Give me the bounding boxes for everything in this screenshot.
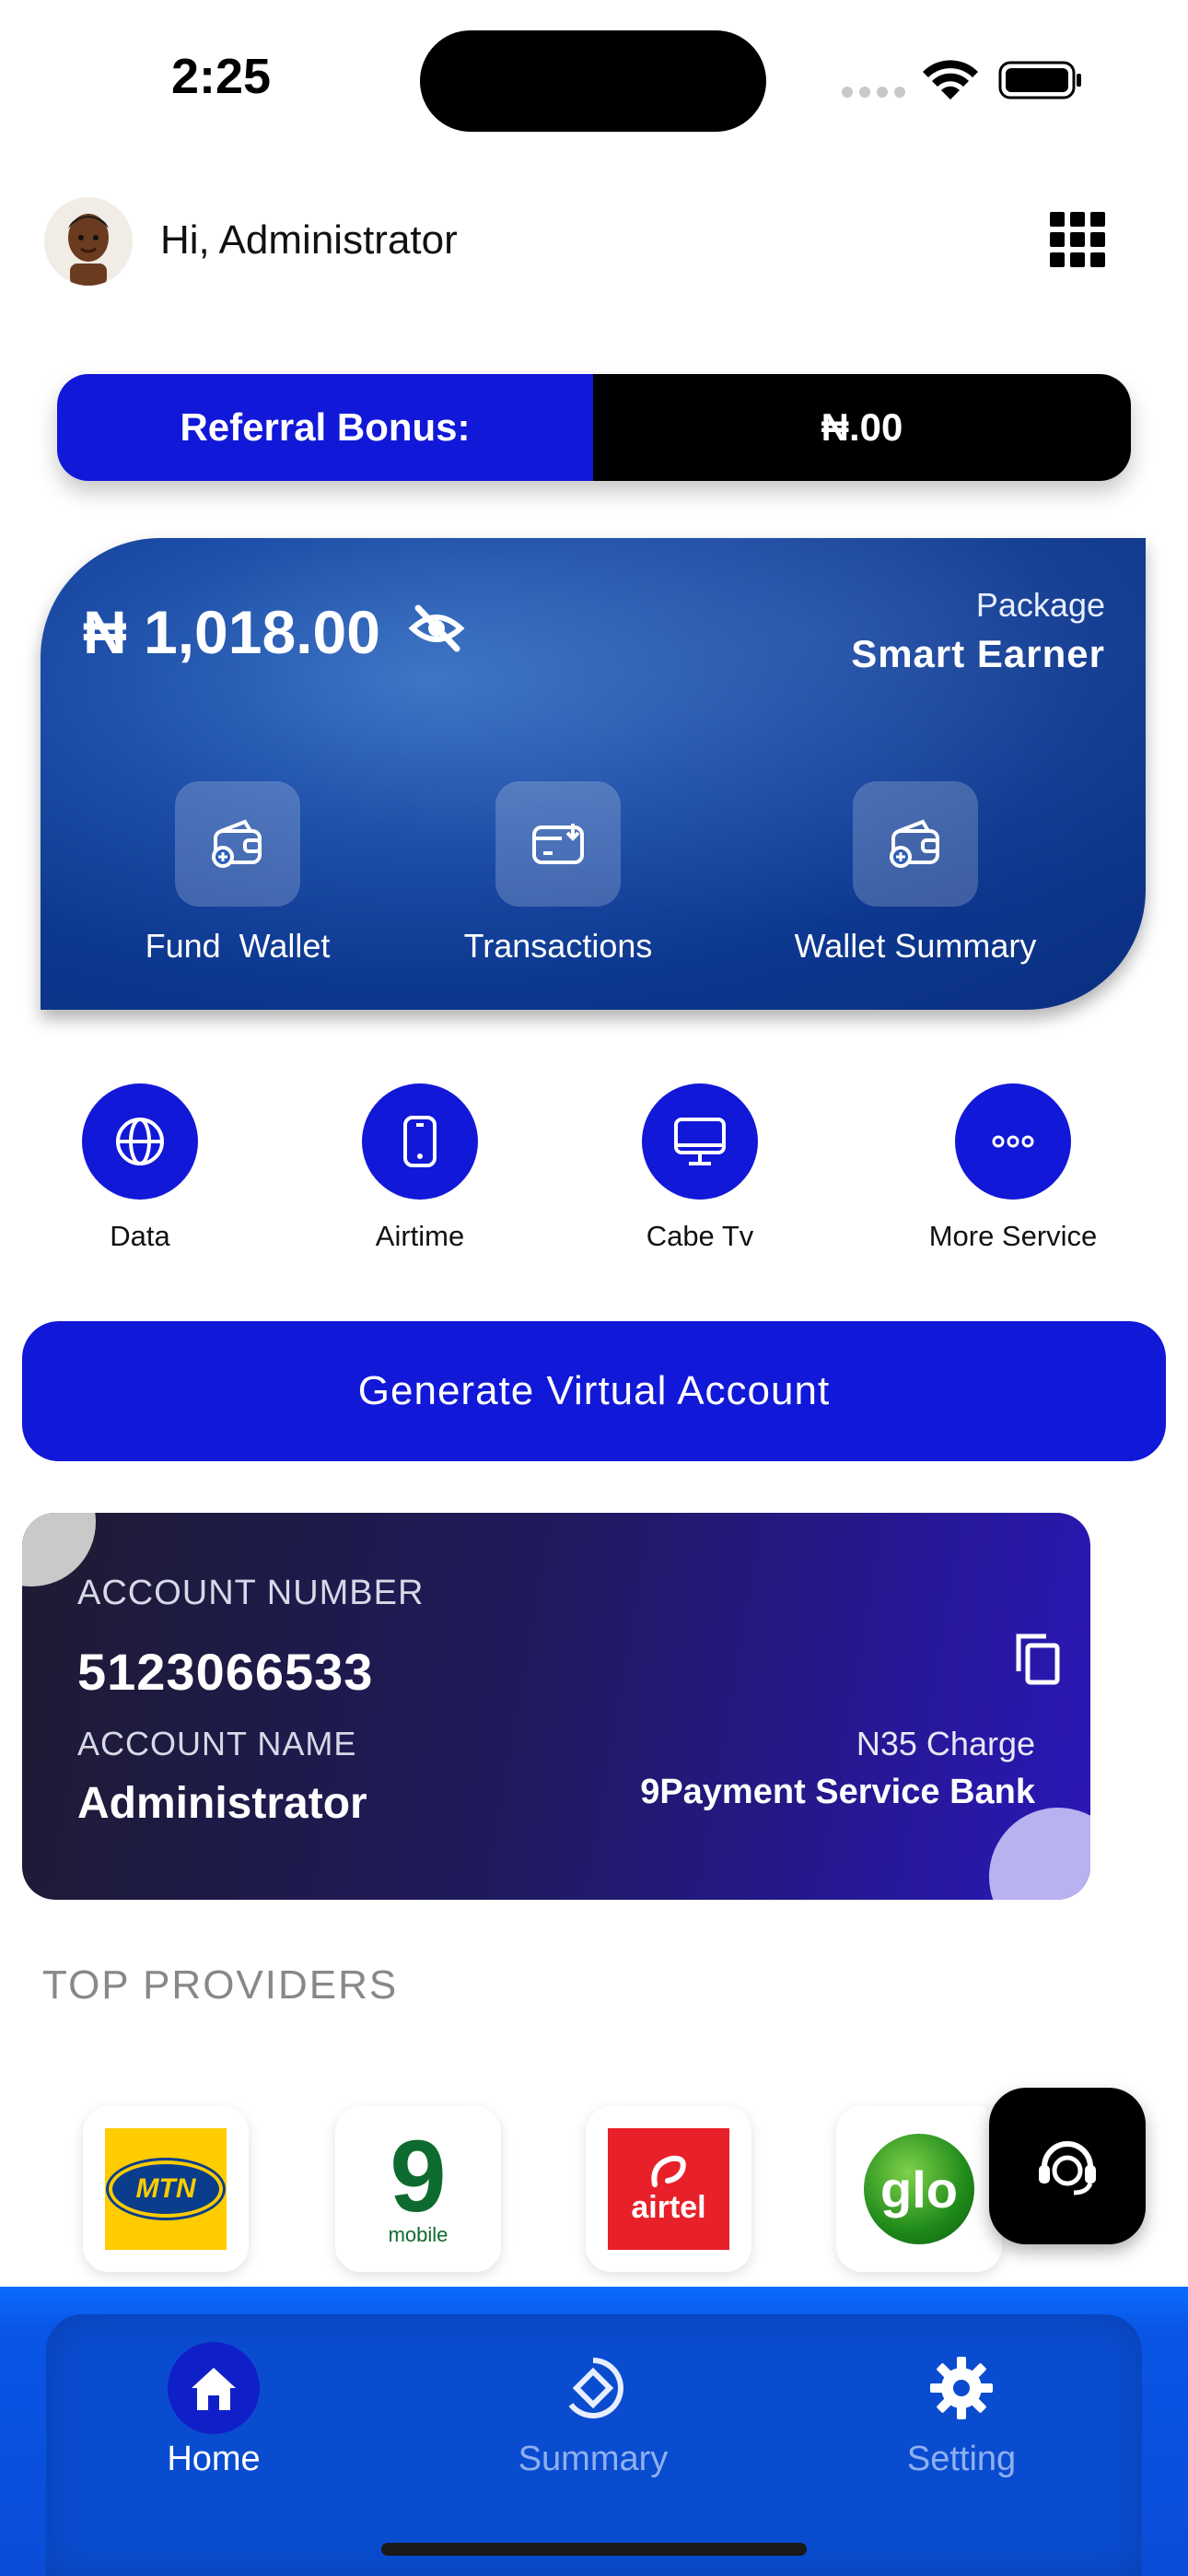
cellular-signal-icon (842, 87, 906, 98)
wallet-add-icon (212, 819, 262, 868)
fund-wallet-label: Fund Wallet (145, 927, 331, 965)
dynamic-island (420, 30, 766, 132)
service-more-label: More Service (928, 1220, 1098, 1252)
referral-label: Referral Bonus: (57, 374, 593, 481)
mobile-icon (403, 1116, 437, 1167)
top-providers-title: TOP PROVIDERS (42, 1962, 399, 2008)
wallet-summary-label: Wallet Summary (794, 927, 1037, 965)
status-time: 2:25 (171, 49, 272, 104)
glo-logo: glo (864, 2134, 974, 2244)
transactions-button[interactable]: Transactions (420, 781, 696, 966)
airtel-swirl-icon (651, 2155, 686, 2187)
copy-icon[interactable] (1013, 1631, 1063, 1686)
avatar[interactable] (44, 197, 133, 286)
home-indicator (381, 2543, 807, 2556)
wifi-icon (923, 60, 978, 100)
summary-rotate-icon (568, 2358, 623, 2418)
referral-value: ₦.00 (593, 374, 1131, 481)
account-charge: N35 Charge (856, 1725, 1035, 1762)
monitor-icon (674, 1118, 726, 1165)
account-name: Administrator (77, 1779, 367, 1828)
bottom-navigation: Home Summary Setting (0, 2287, 1188, 2576)
provider-mtn[interactable]: MTN (83, 2106, 249, 2272)
virtual-account-card: ACCOUNT NUMBER 5123066533 ACCOUNT NAME A… (22, 1513, 1090, 1900)
globe-icon (116, 1118, 164, 1165)
nav-summary-label: Summary (518, 2440, 669, 2478)
more-dots-icon (992, 1135, 1034, 1148)
package-label: Package (975, 586, 1105, 624)
home-icon (192, 2368, 236, 2410)
nav-setting[interactable]: Setting (842, 2342, 1081, 2479)
nav-summary[interactable]: Summary (473, 2342, 713, 2479)
fund-wallet-button[interactable]: Fund Wallet (99, 781, 376, 966)
service-data[interactable]: Data (29, 1083, 250, 1253)
gear-icon (930, 2357, 993, 2419)
wallet-add-icon (890, 819, 939, 868)
card-receive-icon (532, 824, 584, 864)
referral-bonus-bar: Referral Bonus: ₦.00 (57, 374, 1131, 481)
service-airtime[interactable]: Airtime (309, 1083, 530, 1253)
service-airtime-label: Airtime (375, 1220, 465, 1252)
customer-support-button[interactable] (989, 2088, 1146, 2244)
airtel-logo: airtel (608, 2128, 729, 2250)
service-cable-tv[interactable]: Cabe Tv (589, 1083, 810, 1253)
account-bank-name: 9Payment Service Bank (640, 1773, 1035, 1811)
mtn-logo: MTN (105, 2128, 227, 2250)
account-number: 5123066533 (77, 1643, 374, 1701)
greeting-text: Hi, Administrator (160, 217, 458, 263)
account-name-label: ACCOUNT NAME (77, 1725, 357, 1762)
apps-grid-icon[interactable] (1050, 212, 1105, 267)
nav-home-label: Home (167, 2440, 261, 2478)
nav-setting-label: Setting (906, 2440, 1017, 2478)
avatar-memoji-icon (68, 214, 109, 286)
eye-slash-icon[interactable] (407, 599, 466, 658)
headset-support-icon (1039, 2141, 1096, 2195)
generate-virtual-account-button[interactable]: Generate Virtual Account (22, 1321, 1166, 1461)
service-data-label: Data (110, 1220, 170, 1252)
wallet-summary-button[interactable]: Wallet Summary (777, 781, 1054, 966)
nav-home[interactable]: Home (94, 2342, 333, 2479)
service-cable-tv-label: Cabe Tv (646, 1220, 754, 1252)
provider-airtel[interactable]: airtel (586, 2106, 751, 2272)
battery-icon (998, 61, 1081, 100)
wallet-card: ₦ 1,018.00 Package Smart Earner Fund Wal… (41, 538, 1146, 1010)
status-bar: 2:25 (0, 0, 1188, 138)
account-number-label: ACCOUNT NUMBER (77, 1574, 425, 1612)
9mobile-logo: 9 mobile (388, 2120, 448, 2247)
service-more[interactable]: More Service (903, 1083, 1124, 1253)
provider-glo[interactable]: glo (836, 2106, 1002, 2272)
wallet-balance: ₦ 1,018.00 (83, 598, 380, 666)
transactions-label: Transactions (463, 927, 653, 965)
provider-9mobile[interactable]: 9 mobile (335, 2106, 501, 2272)
package-name: Smart Earner (851, 632, 1105, 675)
